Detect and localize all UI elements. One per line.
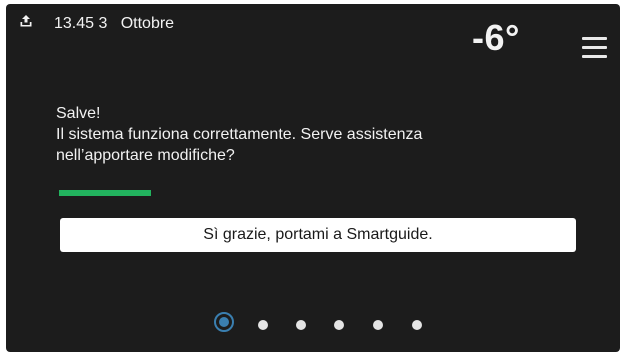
- display-screen: 13.45 3 Ottobre -6° Salve! Il sistema fu…: [6, 4, 620, 352]
- page-dot-3[interactable]: [296, 320, 306, 330]
- page-dot-1-active[interactable]: [214, 312, 234, 332]
- page-dot-2[interactable]: [258, 320, 268, 330]
- page-dot-6[interactable]: [412, 320, 422, 330]
- smartguide-button[interactable]: Sì grazie, portami a Smartguide.: [60, 218, 576, 252]
- page-indicator: [206, 312, 436, 336]
- page-dot-5[interactable]: [373, 320, 383, 330]
- status-message: Salve! Il sistema funziona correttamente…: [56, 103, 526, 166]
- greeting-text: Salve!: [56, 105, 101, 122]
- upload-tray-icon: [20, 15, 32, 27]
- message-line-1: Il sistema funziona correttamente. Serve…: [56, 126, 423, 143]
- page-dot-4[interactable]: [334, 320, 344, 330]
- message-line-2: nell’apportare modifiche?: [56, 147, 235, 164]
- date-time: 13.45 3 Ottobre: [54, 15, 175, 32]
- status-ok-indicator: [59, 190, 151, 196]
- outdoor-temperature: -6°: [472, 17, 520, 58]
- hamburger-menu-icon[interactable]: [582, 37, 607, 58]
